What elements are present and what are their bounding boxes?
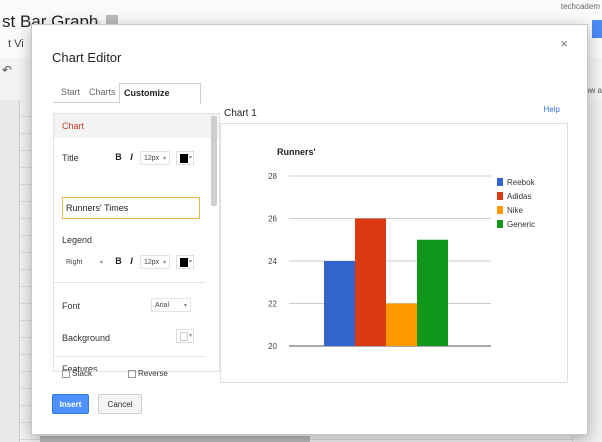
- tab-start[interactable]: Start: [57, 83, 84, 104]
- bar-nike: [386, 303, 417, 346]
- background-color-button[interactable]: ▾: [176, 329, 194, 343]
- chevron-down-icon: ▾: [188, 155, 192, 161]
- title-color-swatch: [180, 154, 188, 163]
- y-tick-label: 22: [268, 300, 277, 309]
- chart-preview-panel: Chart 1 Help Runners' 20 22 24 26 28 Reebok A…: [220, 102, 568, 384]
- stack-checkbox[interactable]: [62, 370, 70, 378]
- legend-italic-button[interactable]: I: [127, 255, 136, 268]
- panel-scrollbar[interactable]: [211, 116, 217, 206]
- legend-font-size-select[interactable]: 12px ▾: [140, 255, 170, 269]
- legend-label: Reebok: [507, 178, 536, 187]
- section-chart-header: Chart: [54, 114, 219, 138]
- title-font-size-value: 12px: [144, 155, 160, 162]
- insert-button[interactable]: Insert: [52, 394, 89, 414]
- y-tick-label: 26: [268, 215, 277, 224]
- help-link[interactable]: Help: [544, 105, 560, 114]
- legend-label: Generic: [507, 220, 535, 229]
- y-tick-label: 28: [268, 172, 277, 181]
- legend-position-value: Right: [66, 259, 83, 266]
- reverse-label: Reverse: [138, 369, 168, 378]
- section-divider: [54, 282, 206, 283]
- title-italic-button[interactable]: I: [127, 151, 136, 164]
- background-label: Background: [62, 333, 111, 343]
- title-label: Title: [62, 153, 79, 163]
- legend-label: Legend: [62, 235, 93, 245]
- chevron-down-icon: ▾: [162, 156, 166, 162]
- legend-font-size-value: 12px: [144, 259, 160, 266]
- bar-adidas: [355, 218, 386, 346]
- tab-customize[interactable]: Customize: [119, 83, 201, 104]
- background-color-swatch: [180, 332, 188, 341]
- chevron-down-icon: ▾: [188, 333, 192, 339]
- cancel-button[interactable]: Cancel: [98, 394, 142, 414]
- y-tick-label: 24: [268, 257, 277, 266]
- chart-name-label: Chart 1: [224, 108, 257, 119]
- font-family-value: Arial: [155, 302, 170, 309]
- legend-bold-button[interactable]: B: [114, 255, 123, 268]
- chevron-down-icon: ▾: [162, 260, 166, 266]
- legend-swatch: [497, 206, 503, 214]
- chart-preview: Runners' 20 22 24 26 28 Reebok Adidas Nike Gene…: [220, 123, 568, 383]
- legend-swatch: [497, 192, 503, 200]
- title-color-button[interactable]: ▾: [176, 151, 194, 165]
- folder-icon: [106, 15, 118, 24]
- tab-charts[interactable]: Charts: [85, 83, 120, 104]
- editor-tabs: Start Charts Customize: [53, 81, 202, 104]
- font-family-select[interactable]: Arial ▾: [151, 298, 191, 312]
- reverse-checkbox[interactable]: [128, 370, 136, 378]
- y-tick-label: 20: [268, 342, 277, 351]
- stack-label: Stack: [72, 369, 93, 378]
- horizontal-scrollbar: [40, 436, 310, 442]
- legend-position-select[interactable]: Right ▾: [62, 255, 107, 269]
- close-icon[interactable]: ×: [560, 36, 568, 51]
- user-label: techcadem: [560, 2, 600, 11]
- legend-color-button[interactable]: ▾: [176, 255, 194, 269]
- chevron-down-icon: ▾: [99, 260, 103, 266]
- chart-editor-dialog: Chart Editor × Start Charts Customize Ch…: [31, 24, 588, 435]
- bar-reebok: [324, 261, 355, 346]
- dialog-title: Chart Editor: [52, 50, 122, 65]
- customize-panel: Chart Title B I 12px ▾ ▾ Legend Right ▾ …: [53, 113, 220, 372]
- menu-bar-fragment: t Vi: [8, 38, 24, 50]
- bar-chart: Runners' 20 22 24 26 28 Reebok Adidas Nike Gene…: [268, 147, 536, 351]
- legend-color-swatch: [180, 258, 188, 267]
- share-button: [592, 20, 602, 38]
- chart-title-text: Runners': [277, 147, 316, 157]
- chevron-down-icon: ▾: [188, 259, 192, 265]
- chevron-down-icon: ▾: [183, 303, 187, 309]
- undo-icon: ↶: [2, 63, 13, 77]
- legend-swatch: [497, 220, 503, 228]
- font-label: Font: [62, 301, 81, 311]
- legend-label: Adidas: [507, 192, 531, 201]
- bar-generic: [417, 239, 448, 346]
- title-font-size-select[interactable]: 12px ▾: [140, 151, 170, 165]
- legend-label: Nike: [507, 206, 524, 215]
- row-number-column: [0, 100, 20, 442]
- legend-swatch: [497, 178, 503, 186]
- section-divider: [54, 356, 206, 357]
- title-bold-button[interactable]: B: [114, 151, 123, 164]
- chart-title-input[interactable]: [62, 197, 200, 219]
